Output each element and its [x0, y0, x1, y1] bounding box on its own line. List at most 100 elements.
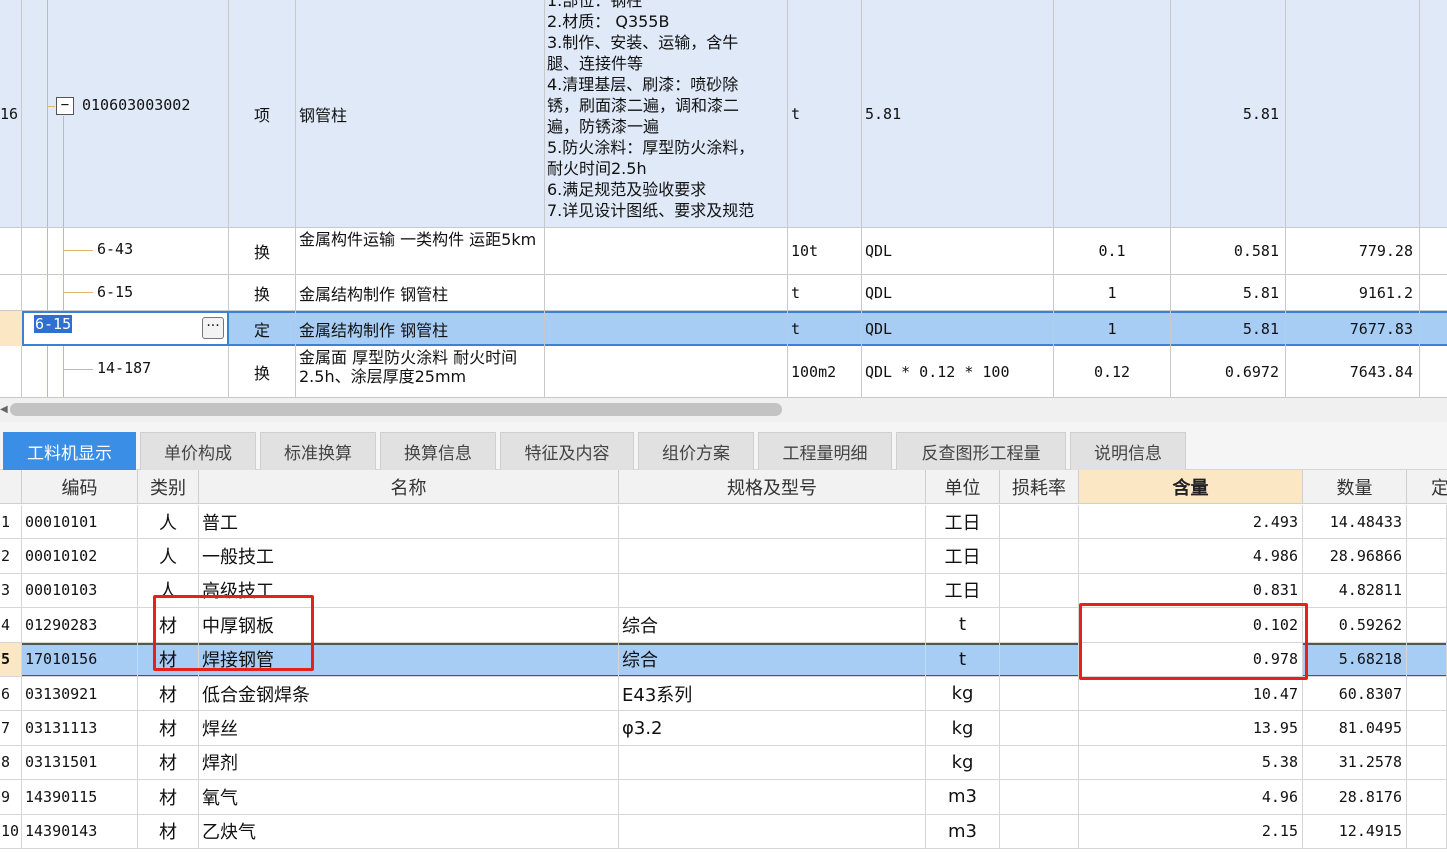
resource-code[interactable]: 01290283: [22, 608, 138, 643]
resource-category[interactable]: 材: [138, 814, 199, 849]
resource-unit[interactable]: m3: [926, 814, 1000, 849]
resource-loss-rate[interactable]: [1000, 711, 1079, 746]
resource-quantity[interactable]: 12.4915: [1303, 814, 1407, 849]
resource-content[interactable]: 0.102: [1079, 608, 1303, 643]
quota-code[interactable]: 6-15: [97, 283, 133, 301]
resource-category[interactable]: 材: [138, 745, 199, 781]
resource-quantity[interactable]: 28.96866: [1303, 539, 1407, 574]
resource-spec[interactable]: [619, 573, 926, 609]
resource-content[interactable]: 5.38: [1079, 745, 1303, 781]
resource-extra[interactable]: [1407, 539, 1447, 574]
resource-code[interactable]: 03130921: [22, 677, 138, 712]
quota-expression[interactable]: QDL: [862, 228, 1054, 275]
tab-unit-price-composition[interactable]: 单价构成: [140, 432, 256, 470]
resource-loss-rate[interactable]: [1000, 780, 1079, 815]
column-header-name[interactable]: 名称: [199, 470, 619, 504]
resource-name[interactable]: 高级技工: [199, 573, 619, 609]
resource-quantity[interactable]: 31.2578: [1303, 745, 1407, 781]
tab-features-content[interactable]: 特征及内容: [500, 432, 634, 470]
resource-quantity[interactable]: 14.48433: [1303, 505, 1407, 540]
resource-code[interactable]: 14390143: [22, 814, 138, 849]
resource-loss-rate[interactable]: [1000, 642, 1079, 677]
quota-expression[interactable]: QDL * 0.12 * 100: [862, 346, 1054, 398]
more-icon[interactable]: ···: [202, 317, 224, 339]
collapse-toggle-icon[interactable]: −: [56, 97, 74, 115]
resource-spec[interactable]: φ3.2: [619, 711, 926, 746]
scrollbar-thumb[interactable]: [10, 403, 782, 416]
resource-quantity[interactable]: 0.59262: [1303, 608, 1407, 643]
column-header-fixed[interactable]: 定: [1407, 470, 1447, 504]
tab-pricing-scheme[interactable]: 组价方案: [638, 432, 754, 470]
resource-code[interactable]: 03131113: [22, 711, 138, 746]
resource-name[interactable]: 乙炔气: [199, 814, 619, 849]
tab-reverse-check-quantity[interactable]: 反查图形工程量: [896, 432, 1066, 470]
resource-category[interactable]: 材: [138, 642, 199, 677]
resource-quantity[interactable]: 4.82811: [1303, 573, 1407, 609]
resource-unit[interactable]: kg: [926, 711, 1000, 746]
resource-loss-rate[interactable]: [1000, 505, 1079, 540]
resource-extra[interactable]: [1407, 745, 1447, 781]
resource-content[interactable]: 13.95: [1079, 711, 1303, 746]
resource-name[interactable]: 低合金钢焊条: [199, 677, 619, 712]
resource-quantity[interactable]: 5.68218: [1303, 642, 1407, 677]
item-description[interactable]: 1.部位：钢柱 2.材质： Q355B 3.制作、安装、运输，含牛 腿、连接件等…: [545, 0, 788, 228]
horizontal-scrollbar[interactable]: ◀: [0, 398, 1447, 422]
resource-loss-rate[interactable]: [1000, 608, 1079, 643]
resource-unit[interactable]: 工日: [926, 505, 1000, 540]
tab-description-info[interactable]: 说明信息: [1070, 432, 1186, 470]
resource-extra[interactable]: [1407, 780, 1447, 815]
column-header-quantity[interactable]: 数量: [1303, 470, 1407, 504]
resource-code[interactable]: 00010103: [22, 573, 138, 609]
resource-extra[interactable]: [1407, 677, 1447, 712]
resource-loss-rate[interactable]: [1000, 573, 1079, 609]
resource-unit[interactable]: t: [926, 608, 1000, 643]
resource-spec[interactable]: [619, 780, 926, 815]
resource-content[interactable]: 4.986: [1079, 539, 1303, 574]
column-header-content[interactable]: 含量: [1079, 470, 1303, 504]
resource-content[interactable]: 0.978: [1079, 642, 1303, 677]
resource-name[interactable]: 中厚钢板: [199, 608, 619, 643]
resource-extra[interactable]: [1407, 608, 1447, 643]
tab-labor-material-machine[interactable]: 工料机显示: [3, 432, 136, 470]
quota-expression[interactable]: QDL: [862, 275, 1054, 311]
resource-spec[interactable]: [619, 505, 926, 540]
tab-standard-conversion[interactable]: 标准换算: [260, 432, 376, 470]
column-header-category[interactable]: 类别: [138, 470, 199, 504]
resource-content[interactable]: 2.493: [1079, 505, 1303, 540]
column-header-loss-rate[interactable]: 损耗率: [1000, 470, 1079, 504]
resource-loss-rate[interactable]: [1000, 814, 1079, 849]
item-code[interactable]: 010603003002: [82, 96, 190, 114]
resource-loss-rate[interactable]: [1000, 677, 1079, 712]
resource-code[interactable]: 00010101: [22, 505, 138, 540]
resource-spec[interactable]: 综合: [619, 608, 926, 643]
resource-unit[interactable]: 工日: [926, 539, 1000, 574]
resource-name[interactable]: 焊剂: [199, 745, 619, 781]
resource-code[interactable]: 14390115: [22, 780, 138, 815]
resource-content[interactable]: 0.831: [1079, 573, 1303, 609]
resource-code[interactable]: 17010156: [22, 642, 138, 677]
resource-unit[interactable]: t: [926, 642, 1000, 677]
code-edit-input[interactable]: 6-15: [34, 315, 73, 333]
column-header-spec[interactable]: 规格及型号: [619, 470, 926, 504]
tab-quantity-detail[interactable]: 工程量明细: [758, 432, 892, 470]
resource-spec[interactable]: [619, 539, 926, 574]
resource-loss-rate[interactable]: [1000, 539, 1079, 574]
quota-expression[interactable]: QDL: [862, 311, 1054, 346]
resource-extra[interactable]: [1407, 505, 1447, 540]
resource-extra[interactable]: [1407, 573, 1447, 609]
resource-spec[interactable]: 综合: [619, 642, 926, 677]
tab-conversion-info[interactable]: 换算信息: [380, 432, 496, 470]
quota-name[interactable]: 金属结构制作 钢管柱: [296, 275, 545, 311]
resource-spec[interactable]: [619, 814, 926, 849]
resource-category[interactable]: 材: [138, 780, 199, 815]
resource-category[interactable]: 人: [138, 573, 199, 609]
resource-category[interactable]: 材: [138, 711, 199, 746]
resource-category[interactable]: 人: [138, 505, 199, 540]
resource-quantity[interactable]: 28.8176: [1303, 780, 1407, 815]
resource-unit[interactable]: m3: [926, 780, 1000, 815]
resource-content[interactable]: 2.15: [1079, 814, 1303, 849]
resource-extra[interactable]: [1407, 814, 1447, 849]
resource-name[interactable]: 氧气: [199, 780, 619, 815]
quota-code[interactable]: 6-43: [97, 240, 133, 258]
quota-name[interactable]: 金属构件运输 一类构件 运距5km: [296, 228, 545, 275]
